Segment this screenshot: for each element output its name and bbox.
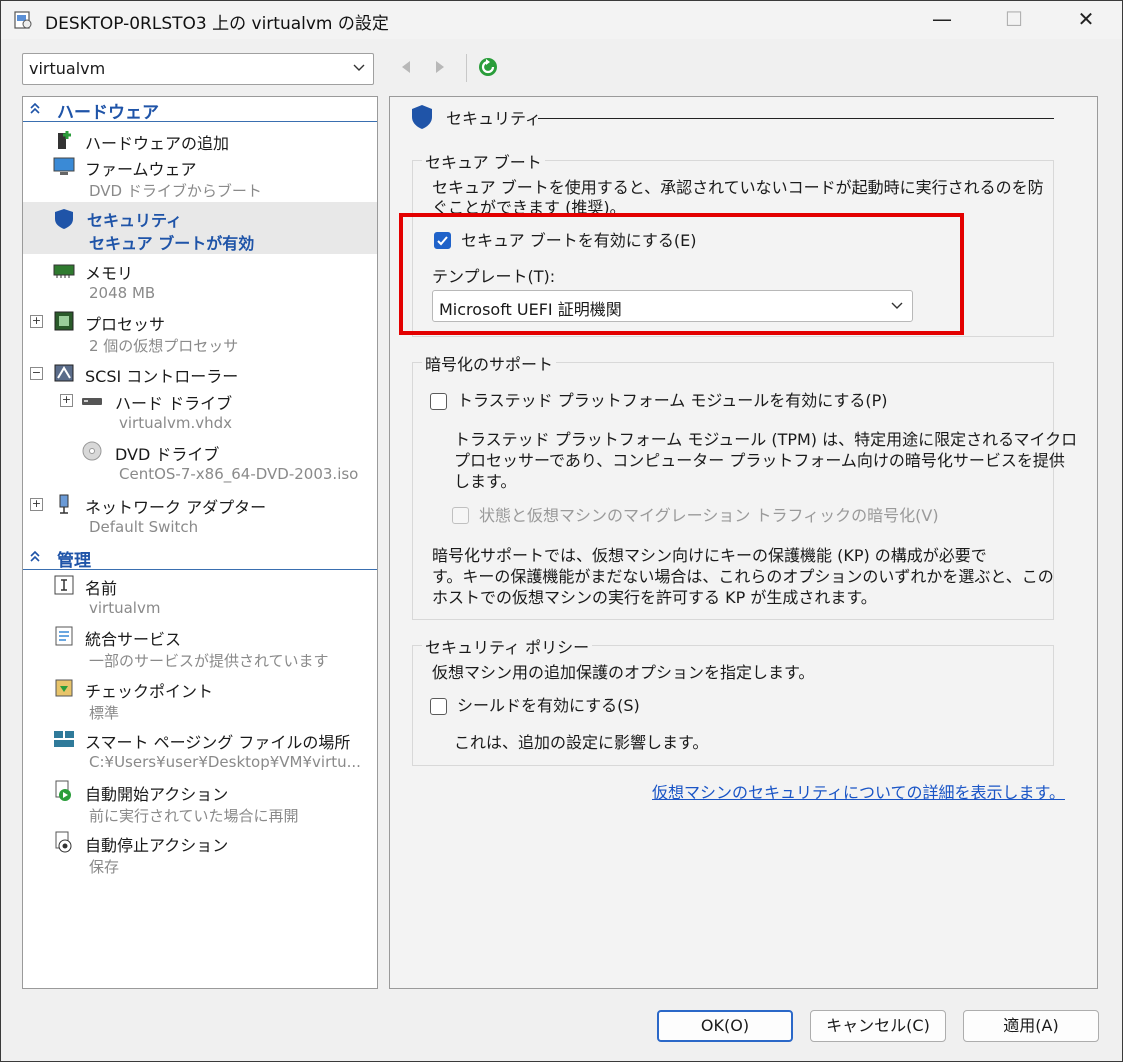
tree-item-label: ネットワーク アダプター xyxy=(85,498,267,517)
checkpoint-icon xyxy=(55,679,73,697)
tree-item-label: ハードウェアの追加 xyxy=(85,134,230,153)
tpm-desc: トラステッド プラットフォーム モジュール (TPM) は、特定用途に限定される… xyxy=(454,430,1078,449)
tree-item-label: セキュリティ xyxy=(87,211,183,230)
forward-arrow-icon[interactable] xyxy=(432,58,448,76)
section-title-rule xyxy=(538,118,1054,119)
tpm-desc-3: します。 xyxy=(454,472,517,491)
tree-item-label: ファームウェア xyxy=(85,160,197,179)
shield-vm-note: これは、追加の設定に影響します。 xyxy=(454,733,709,752)
migration-encryption-checkbox[interactable] xyxy=(452,507,469,524)
tree-item-label: SCSI コントローラー xyxy=(85,367,239,386)
vm-selector-value: virtualvm xyxy=(29,59,106,78)
section-title: セキュリティ xyxy=(446,109,542,128)
shield-icon xyxy=(55,209,73,229)
firmware-icon xyxy=(53,157,75,175)
network-adapter-icon xyxy=(59,494,69,514)
expand-icon[interactable]: + xyxy=(60,394,73,407)
window-title: DESKTOP-0RLSTO3 上の virtualvm の設定 xyxy=(45,14,389,34)
tree-item-label: スマート ページング ファイルの場所 xyxy=(85,733,351,752)
tpm-checkbox[interactable] xyxy=(430,393,447,410)
hyperv-settings-icon xyxy=(14,11,32,29)
tree-item-label: メモリ xyxy=(85,264,134,283)
back-arrow-icon[interactable] xyxy=(398,58,414,76)
red-highlight-box xyxy=(399,213,964,335)
tpm-desc-2: プロセッサーであり、コンピューター プラットフォーム向けの暗号化サービスを提供 xyxy=(454,451,1065,470)
migration-encryption-label: 状態と仮想マシンのマイグレーション トラフィックの暗号化(V) xyxy=(479,506,939,525)
tree-item-sublabel: 一部のサービスが提供されています xyxy=(89,652,329,670)
smart-paging-icon xyxy=(54,731,74,747)
close-button[interactable]: ✕ xyxy=(1051,1,1121,39)
auto-stop-icon xyxy=(55,831,72,853)
tree-item-sublabel: セキュア ブートが有効 xyxy=(89,234,255,253)
collapse-icon[interactable]: − xyxy=(30,367,43,380)
tree-item-sublabel: DVD ドライブからブート xyxy=(89,182,262,200)
tree-item-label: 名前 xyxy=(85,579,118,598)
settings-tree: ハードウェア ハードウェアの追加 ファームウェア DVD ドライブからブート セ… xyxy=(22,96,378,989)
kp-desc: 暗号化サポートでは、仮想マシン向けにキーの保護機能 (KP) の構成が必要で xyxy=(432,546,987,565)
collapse-chevron-icon xyxy=(30,550,40,562)
tree-item-sublabel: Default Switch xyxy=(89,518,199,536)
shield-vm-checkbox[interactable] xyxy=(430,698,447,715)
collapse-chevron-icon xyxy=(30,102,40,114)
tree-item-sublabel: 2 個の仮想プロセッサ xyxy=(89,337,239,355)
tree-item-sublabel: virtualvm xyxy=(89,599,161,617)
tree-item-label: 統合サービス xyxy=(85,630,182,649)
minimize-button[interactable]: — xyxy=(907,1,977,39)
tree-item-sublabel: virtualvm.vhdx xyxy=(119,414,232,432)
secure-boot-desc: セキュア ブートを使用すると、承認されていないコードが起動時に実行されるのを防 xyxy=(432,178,1044,197)
tree-item-sublabel: 保存 xyxy=(89,858,120,876)
dvd-disc-icon xyxy=(82,441,102,461)
tree-item-sublabel: 前に実行されていた場合に再開 xyxy=(89,807,299,825)
tree-item-label: DVD ドライブ xyxy=(115,445,220,464)
kp-desc-2: す。キーの保護機能がまだない場合は、これらのオプションのいずれかを選ぶと、この xyxy=(432,567,1054,586)
refresh-icon[interactable] xyxy=(477,56,499,78)
chevron-down-icon xyxy=(353,64,365,71)
vm-selector[interactable]: virtualvm xyxy=(22,53,374,85)
tree-item-sublabel: 標準 xyxy=(89,704,120,722)
title-bar: DESKTOP-0RLSTO3 上の virtualvm の設定 — ☐ ✕ xyxy=(1,1,1122,39)
integration-services-icon xyxy=(55,626,73,646)
tree-item-label: 自動開始アクション xyxy=(85,785,229,804)
auto-start-icon xyxy=(55,780,71,801)
maximize-button[interactable]: ☐ xyxy=(979,1,1049,39)
shield-icon xyxy=(412,105,432,129)
secure-boot-group-label: セキュア ブート xyxy=(422,149,545,173)
kp-desc-3: ホストでの仮想マシンの実行を許可する KP が生成されます。 xyxy=(432,588,877,607)
scsi-controller-icon xyxy=(54,364,74,382)
encryption-group-label: 暗号化のサポート xyxy=(422,351,557,375)
memory-icon xyxy=(53,264,75,278)
security-policy-desc: 仮想マシン用の追加保護のオプションを指定します。 xyxy=(432,663,815,682)
expand-icon[interactable]: + xyxy=(30,498,43,511)
hard-drive-icon xyxy=(82,398,102,405)
ok-button[interactable]: OK(O) xyxy=(657,1010,793,1042)
shield-vm-checkbox-label[interactable]: シールドを有効にする(S) xyxy=(457,695,640,716)
management-section-header[interactable]: 管理 xyxy=(23,545,377,571)
security-policy-group-label: セキュリティ ポリシー xyxy=(422,634,593,658)
name-icon xyxy=(54,575,74,595)
toolbar-separator xyxy=(466,54,467,82)
tree-item-sublabel: C:¥Users¥user¥Desktop¥VM¥virtu... xyxy=(89,753,361,771)
security-details-link[interactable]: 仮想マシンのセキュリティについての詳細を表示します。 xyxy=(652,779,1065,803)
tree-item-sublabel: CentOS-7-x86_64-DVD-2003.iso xyxy=(119,465,359,483)
tree-item-label: チェックポイント xyxy=(85,682,214,701)
tree-item-label: 自動停止アクション xyxy=(85,836,229,855)
tree-item-sublabel: 2048 MB xyxy=(89,284,156,302)
cancel-button[interactable]: キャンセル(C) xyxy=(810,1010,946,1042)
tree-item-label: ハード ドライブ xyxy=(115,394,233,413)
management-header-label: 管理 xyxy=(57,551,91,571)
hardware-header-label: ハードウェア xyxy=(57,103,159,123)
apply-button[interactable]: 適用(A) xyxy=(963,1010,1099,1042)
hardware-section-header[interactable]: ハードウェア xyxy=(23,97,377,123)
tree-item-label: プロセッサ xyxy=(85,315,166,334)
tpm-checkbox-label[interactable]: トラステッド プラットフォーム モジュールを有効にする(P) xyxy=(457,390,888,411)
add-hardware-icon xyxy=(58,131,71,149)
processor-icon xyxy=(54,311,74,331)
expand-icon[interactable]: + xyxy=(30,315,43,328)
